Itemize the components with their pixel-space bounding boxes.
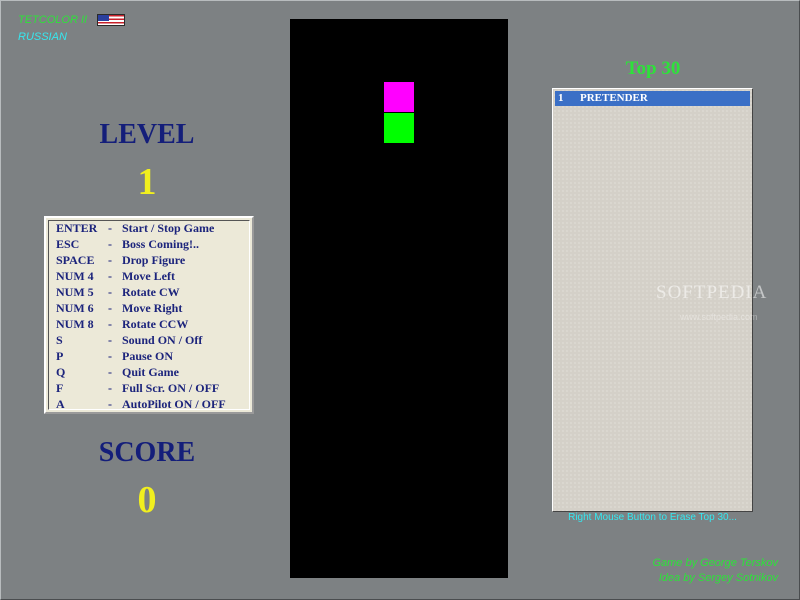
control-action: Quit Game <box>122 365 179 379</box>
game-board[interactable] <box>290 19 508 578</box>
control-key: P <box>56 349 64 363</box>
us-flag-icon[interactable] <box>97 14 125 26</box>
control-key: ENTER <box>56 221 98 235</box>
top30-entry[interactable]: 1 PRETENDER <box>555 91 750 106</box>
credit-idea-by: Idea by Sergey Sotnikov <box>658 572 778 584</box>
erase-top30-hint: Right Mouse Button to Erase Top 30... <box>568 512 737 523</box>
control-key: NUM 5 <box>56 285 94 299</box>
control-key: Q <box>56 365 66 379</box>
score-label: SCORE <box>98 437 196 468</box>
control-dash: - <box>108 317 112 331</box>
piece-block-green <box>384 113 414 143</box>
control-key: SPACE <box>56 253 95 267</box>
control-action: Rotate CCW <box>122 317 189 331</box>
level-label: LEVEL <box>99 119 195 150</box>
control-key: NUM 4 <box>56 269 94 283</box>
control-action: Move Right <box>122 301 183 315</box>
language-option[interactable]: RUSSIAN <box>18 31 67 43</box>
control-dash: - <box>108 349 112 363</box>
control-dash: - <box>108 253 112 267</box>
control-dash: - <box>108 221 112 235</box>
softpedia-watermark-url: www.softpedia.com <box>680 312 758 322</box>
control-key: A <box>56 397 65 411</box>
control-dash: - <box>108 237 112 251</box>
control-key: NUM 6 <box>56 301 94 315</box>
credit-game-by: Game by George Terskov <box>652 557 778 569</box>
controls-panel: ENTER - Start / Stop Game ESC - Boss Coming!… <box>44 216 254 414</box>
flag-canton <box>98 15 109 21</box>
control-action: Boss Coming!.. <box>122 237 200 251</box>
control-key: ESC <box>56 237 80 251</box>
control-action: Drop Figure <box>122 253 186 267</box>
control-action: Full Scr. ON / OFF <box>122 381 220 395</box>
top30-rank: 1 <box>558 92 564 104</box>
control-key: S <box>56 333 63 347</box>
top30-name: PRETENDER <box>580 92 648 104</box>
control-action: Start / Stop Game <box>122 221 215 235</box>
control-dash: - <box>108 365 112 379</box>
control-dash: - <box>108 301 112 315</box>
level-value: 1 <box>137 161 157 203</box>
control-action: AutoPilot ON / OFF <box>122 397 226 411</box>
control-action: Move Left <box>122 269 175 283</box>
softpedia-watermark: SOFTPEDIA <box>656 282 768 303</box>
piece-block-magenta <box>384 82 414 112</box>
control-dash: - <box>108 285 112 299</box>
control-dash: - <box>108 397 112 411</box>
control-dash: - <box>108 269 112 283</box>
control-action: Pause ON <box>122 349 173 363</box>
app-title: TETCOLOR II <box>18 14 88 26</box>
score-value: 0 <box>137 479 157 521</box>
control-key: F <box>56 381 64 395</box>
control-dash: - <box>108 381 112 395</box>
control-key: NUM 8 <box>56 317 94 331</box>
control-action: Sound ON / Off <box>122 333 203 347</box>
top30-title: Top 30 <box>625 58 681 79</box>
control-dash: - <box>108 333 112 347</box>
control-action: Rotate CW <box>122 285 180 299</box>
